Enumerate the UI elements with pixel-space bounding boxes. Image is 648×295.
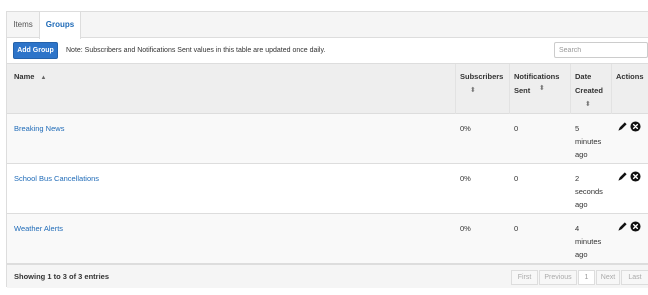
sort-icon[interactable]: ⬍ xyxy=(539,84,545,92)
table-row: Breaking News 0% 0 5 minutes ago xyxy=(7,114,648,164)
pencil-icon[interactable] xyxy=(617,221,628,232)
column-header-name[interactable]: Name ▲ xyxy=(14,70,46,85)
group-name-link[interactable]: School Bus Cancellations xyxy=(14,172,99,185)
column-header-name-label: Name xyxy=(14,72,35,81)
date-amount: 4 xyxy=(575,224,580,233)
column-header-subscribers[interactable]: Subscribers ⬍ xyxy=(460,70,508,98)
subscribers-value: 0% xyxy=(460,174,471,183)
pencil-icon[interactable] xyxy=(617,171,628,182)
column-divider xyxy=(455,64,456,115)
date-suffix: ago xyxy=(575,150,588,159)
pagination-page-button[interactable]: 1 xyxy=(578,270,595,285)
entries-info: Showing 1 to 3 of 3 entries xyxy=(14,272,110,281)
date-amount: 5 xyxy=(575,124,580,133)
table-row: Weather Alerts 0% 0 4 minutes ago xyxy=(7,214,648,264)
close-circle-icon[interactable] xyxy=(630,221,641,232)
column-divider xyxy=(611,64,612,115)
sort-icon: ⬍ xyxy=(585,101,591,108)
search-input[interactable] xyxy=(554,42,648,58)
update-note: Note: Subscribers and Notifications Sent… xyxy=(66,47,326,54)
tab-items[interactable]: Items xyxy=(7,12,39,38)
toolbar: Add Group Note: Subscribers and Notifica… xyxy=(7,39,648,63)
pagination-next-button[interactable]: Next xyxy=(596,270,620,285)
table-footer: Showing 1 to 3 of 3 entries First Previo… xyxy=(7,264,648,288)
notifications-value: 0 xyxy=(514,124,519,133)
date-created-value: 4 minutes ago xyxy=(575,222,609,261)
date-unit: minutes xyxy=(575,237,602,246)
subscribers-value: 0% xyxy=(460,224,471,233)
close-circle-icon[interactable] xyxy=(630,171,641,182)
group-name-link[interactable]: Breaking News xyxy=(14,122,64,135)
table-header: Name ▲ Subscribers ⬍ Notifications Sent ⬍… xyxy=(7,63,648,115)
notifications-value: 0 xyxy=(514,174,519,183)
close-circle-icon[interactable] xyxy=(630,121,641,132)
tab-bar: Items Groups xyxy=(7,12,648,39)
pagination-previous-button[interactable]: Previous xyxy=(539,270,577,285)
pagination-last-button[interactable]: Last xyxy=(621,270,648,285)
notifications-value: 0 xyxy=(514,224,519,233)
subscribers-value: 0% xyxy=(460,124,471,133)
column-header-actions: Actions xyxy=(616,72,644,81)
pencil-icon[interactable] xyxy=(617,121,628,132)
column-divider xyxy=(509,64,510,115)
date-unit: minutes xyxy=(575,137,602,146)
date-created-value: 5 minutes ago xyxy=(575,122,609,161)
date-suffix: ago xyxy=(575,250,588,259)
table-row: School Bus Cancellations 0% 0 2 seconds … xyxy=(7,164,648,214)
column-divider xyxy=(570,64,571,115)
tab-groups[interactable]: Groups xyxy=(39,12,81,39)
date-suffix: ago xyxy=(575,200,588,209)
sort-icon: ⬍ xyxy=(470,87,476,94)
date-created-value: 2 seconds ago xyxy=(575,172,609,211)
date-amount: 2 xyxy=(575,174,580,183)
column-header-date[interactable]: Date Created ⬍ xyxy=(575,70,609,112)
column-header-date-label: Date Created xyxy=(575,72,603,95)
column-header-notifications-label: Notifications Sent xyxy=(514,72,560,95)
add-group-button[interactable]: Add Group xyxy=(13,42,58,59)
groups-panel: Items Groups Add Group Note: Subscribers… xyxy=(6,11,648,288)
column-header-subscribers-label: Subscribers xyxy=(460,72,504,81)
group-name-link[interactable]: Weather Alerts xyxy=(14,222,63,235)
pagination-first-button[interactable]: First xyxy=(511,270,538,285)
sort-ascending-icon: ▲ xyxy=(40,75,47,81)
date-unit: seconds xyxy=(575,187,603,196)
